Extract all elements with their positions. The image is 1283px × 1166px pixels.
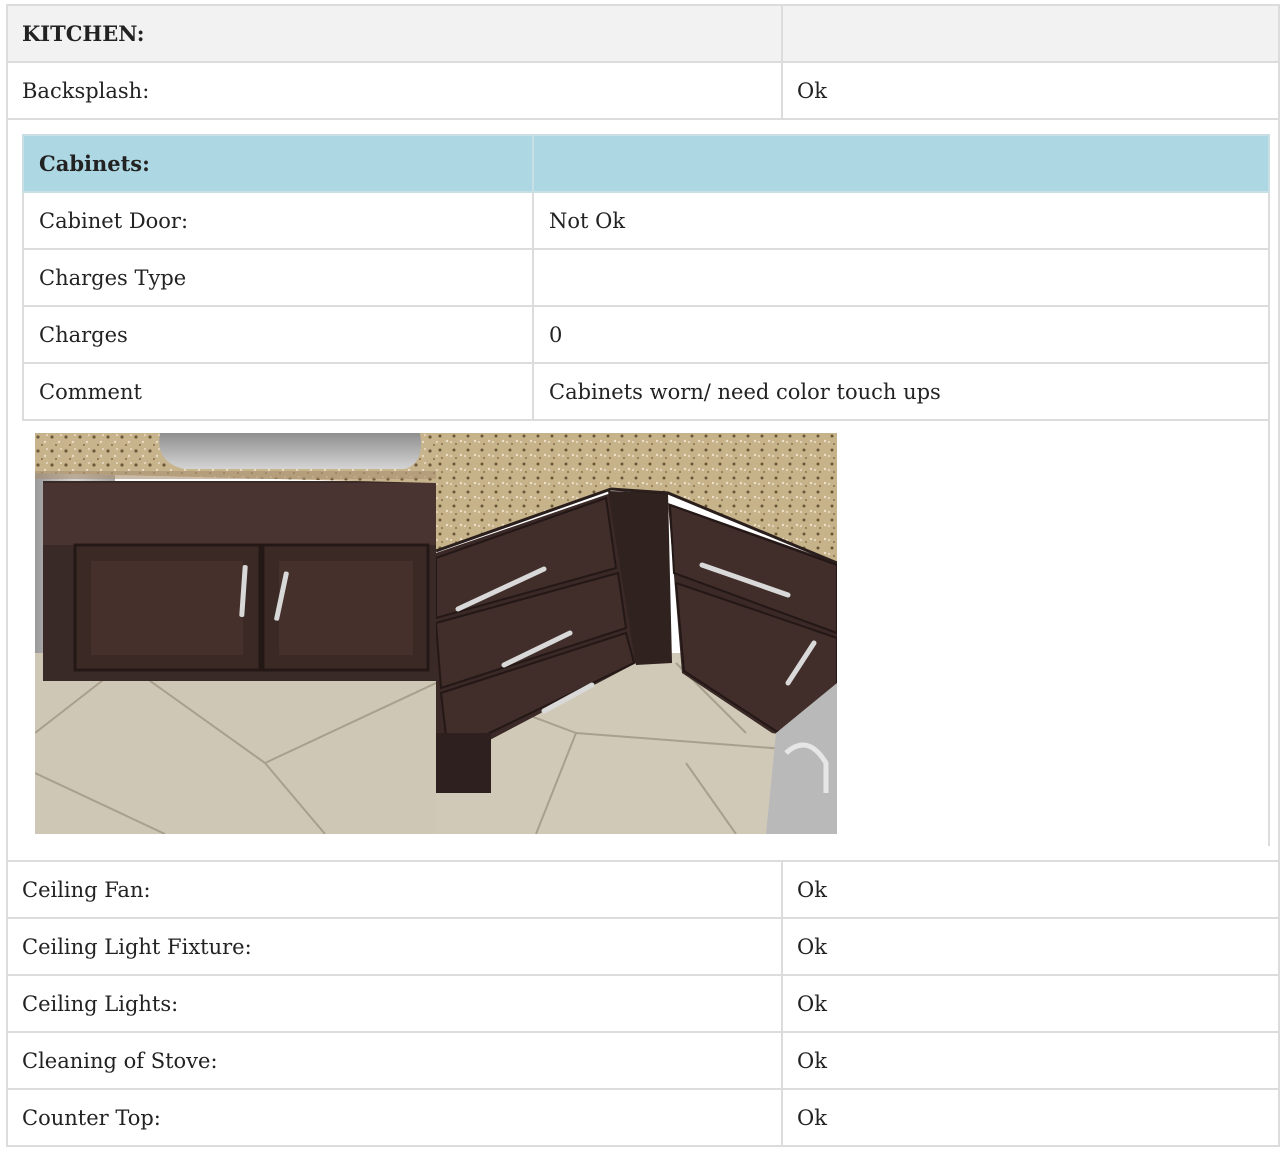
cabinet-sink-photo[interactable] bbox=[35, 433, 436, 834]
row-label: Cleaning of Stove: bbox=[6, 1031, 783, 1090]
section-header-value bbox=[781, 4, 1280, 63]
cabinet-sink-image bbox=[35, 433, 436, 834]
cabinets-header-value bbox=[532, 134, 1270, 193]
table-row: Cleaning of Stove: Ok bbox=[6, 1031, 1280, 1090]
row-label: Comment bbox=[22, 362, 534, 421]
row-value: Ok bbox=[781, 1031, 1280, 1090]
photos-row bbox=[23, 420, 1270, 846]
row-label: Cabinet Door: bbox=[22, 191, 534, 250]
section-header-row: KITCHEN: bbox=[6, 4, 1280, 63]
row-label: Counter Top: bbox=[6, 1088, 783, 1147]
row-label: Backsplash: bbox=[6, 61, 783, 120]
table-row: Charges 0 bbox=[22, 305, 1270, 364]
table-row: Ceiling Lights: Ok bbox=[6, 974, 1280, 1033]
cabinets-title: Cabinets: bbox=[22, 134, 534, 193]
row-label: Charges Type bbox=[22, 248, 534, 307]
row-label: Ceiling Fan: bbox=[6, 860, 783, 919]
cabinet-corner-photo[interactable] bbox=[436, 433, 837, 834]
inspection-table: KITCHEN: Backsplash: Ok Cabinets: Cabine… bbox=[6, 4, 1280, 1147]
row-value: 0 bbox=[532, 305, 1270, 364]
row-value: Ok bbox=[781, 1088, 1280, 1147]
photo-gallery bbox=[23, 420, 1270, 846]
table-row: Cabinet Door: Not Ok bbox=[22, 191, 1270, 250]
row-value: Not Ok bbox=[532, 191, 1270, 250]
row-value: Ok bbox=[781, 860, 1280, 919]
row-label: Ceiling Light Fixture: bbox=[6, 917, 783, 976]
table-row: Ceiling Fan: Ok bbox=[6, 860, 1280, 919]
table-row: Charges Type bbox=[22, 248, 1270, 307]
row-value: Cabinets worn/ need color touch ups bbox=[532, 362, 1270, 421]
cabinet-corner-image bbox=[436, 433, 837, 834]
table-row: Counter Top: Ok bbox=[6, 1088, 1280, 1147]
row-label: Charges bbox=[22, 305, 534, 364]
table-row: Backsplash: Ok bbox=[6, 61, 1280, 120]
cabinets-group-row: Cabinets: Cabinet Door: Not Ok Charges T… bbox=[6, 118, 1280, 862]
row-value: Ok bbox=[781, 974, 1280, 1033]
cabinets-group: Cabinets: Cabinet Door: Not Ok Charges T… bbox=[6, 118, 1280, 862]
row-value: Ok bbox=[781, 61, 1280, 120]
table-row: Ceiling Light Fixture: Ok bbox=[6, 917, 1280, 976]
row-value bbox=[532, 248, 1270, 307]
row-value: Ok bbox=[781, 917, 1280, 976]
section-title: KITCHEN: bbox=[6, 4, 783, 63]
row-label: Ceiling Lights: bbox=[6, 974, 783, 1033]
cabinets-table: Cabinets: Cabinet Door: Not Ok Charges T… bbox=[22, 134, 1270, 846]
cabinets-header-row: Cabinets: bbox=[22, 134, 1270, 193]
table-row: Comment Cabinets worn/ need color touch … bbox=[22, 362, 1270, 421]
